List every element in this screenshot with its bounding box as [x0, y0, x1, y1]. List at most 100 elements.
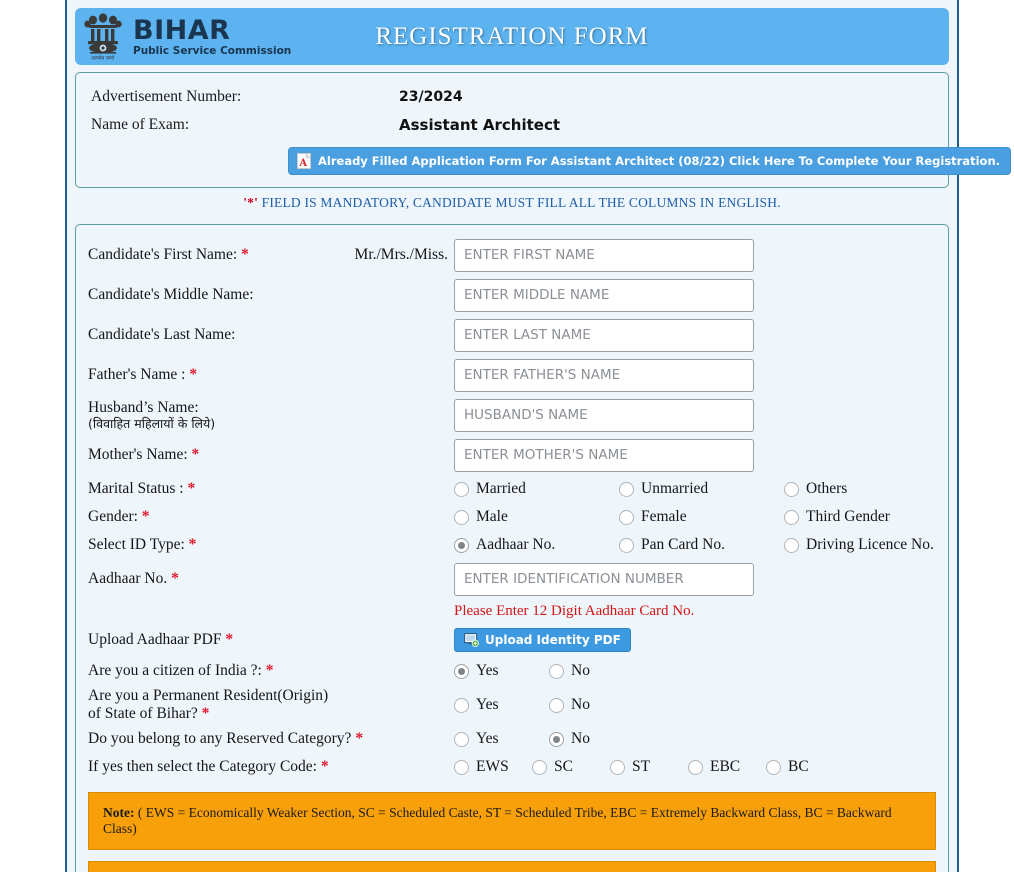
husband-name-row: Husband’s Name: (विवाहित महिलायों के लिय… [88, 395, 936, 435]
gender-options: Male Female Third Gender [454, 508, 936, 526]
mandatory-fields-note: '*' FIELD IS MANDATORY, CANDIDATE MUST F… [75, 188, 949, 217]
radio-married[interactable] [454, 481, 469, 497]
aadhaar-number-input[interactable] [454, 562, 754, 596]
mother-name-input[interactable] [454, 438, 754, 472]
marital-status-row: Marital Status : * Married Unmarried Oth… [88, 475, 936, 503]
upload-aadhaar-row: Upload Aadhaar PDF * Upload Identity PDF [88, 623, 936, 657]
id-type-option-driving-licence[interactable]: Driving Licence No. [784, 536, 934, 554]
gender-label-text: Gender: [88, 508, 138, 526]
radio-male[interactable] [454, 509, 469, 525]
category-code-label: If yes then select the Category Code: * [88, 758, 454, 776]
radio-reserved-yes[interactable] [454, 731, 469, 747]
radio-bc[interactable] [766, 759, 781, 775]
father-name-input[interactable] [454, 358, 754, 392]
id-type-required-marker: * [188, 536, 197, 554]
exam-name-label: Name of Exam: [91, 116, 190, 133]
radio-citizen-yes[interactable] [454, 663, 469, 679]
page-header-banner: सत्यमेव जयते BIHAR Public Service Commis… [75, 8, 949, 65]
candidate-details-panel: Candidate's First Name: * Mr./Mrs./Miss.… [75, 224, 949, 872]
permanent-resident-label-line1: Are you a Permanent Resident(Origin) [88, 687, 329, 705]
pdf-icon: A [297, 153, 311, 169]
upload-identity-pdf-button[interactable]: Upload Identity PDF [454, 628, 631, 652]
category-code-row: If yes then select the Category Code: * … [88, 753, 936, 781]
marital-status-option-unmarried[interactable]: Unmarried [619, 480, 784, 498]
radio-ebc[interactable] [688, 759, 703, 775]
radio-st[interactable] [610, 759, 625, 775]
marital-status-label-text: Marital Status : [88, 480, 184, 498]
aadhaar-number-label-text: Aadhaar No. [88, 570, 168, 588]
radio-ews[interactable] [454, 759, 469, 775]
marital-status-option-married[interactable]: Married [454, 480, 619, 498]
id-type-option-aadhaar[interactable]: Aadhaar No. [454, 536, 619, 554]
husband-name-label-hindi: (विवाहित महिलायों के लिये) [88, 415, 216, 431]
father-name-row: Father's Name : * [88, 355, 936, 395]
salutation-label: Mr./Mrs./Miss. [354, 246, 448, 263]
gender-option-third-gender[interactable]: Third Gender [784, 508, 890, 526]
reserved-category-yes-label: Yes [476, 730, 499, 747]
reserved-category-required-marker: * [355, 730, 364, 748]
radio-resident-no[interactable] [549, 697, 564, 713]
aadhaar-hint-text: Please Enter 12 Digit Aadhaar Card No. [454, 602, 695, 619]
permanent-resident-label-line2: of State of Bihar? [88, 705, 198, 722]
category-code-option-st[interactable]: ST [610, 758, 688, 776]
husband-name-input[interactable] [454, 398, 754, 432]
radio-driving-licence[interactable] [784, 537, 799, 553]
category-code-option-ews[interactable]: EWS [454, 758, 532, 776]
radio-others[interactable] [784, 481, 799, 497]
category-code-option-bc[interactable]: BC [766, 758, 809, 776]
aadhaar-number-label: Aadhaar No. * [88, 570, 346, 588]
marital-status-others-label: Others [806, 480, 848, 497]
radio-third-gender[interactable] [784, 509, 799, 525]
id-type-label: Select ID Type: * [88, 536, 346, 554]
brand-name: BIHAR [133, 14, 231, 46]
gender-option-male[interactable]: Male [454, 508, 619, 526]
category-code-st-label: ST [632, 758, 651, 775]
permanent-resident-option-no[interactable]: No [549, 696, 590, 714]
radio-reserved-no[interactable] [549, 731, 564, 747]
marital-status-unmarried-label: Unmarried [641, 480, 709, 497]
permanent-resident-option-yes[interactable]: Yes [454, 696, 549, 714]
category-code-option-sc[interactable]: SC [532, 758, 610, 776]
already-filled-application-link[interactable]: A Already Filled Application Form For As… [288, 147, 1012, 175]
category-code-option-ebc[interactable]: EBC [688, 758, 766, 776]
radio-citizen-no[interactable] [549, 663, 564, 679]
marital-status-option-others[interactable]: Others [784, 480, 847, 498]
svg-text:A: A [298, 158, 307, 169]
radio-aadhaar[interactable] [454, 537, 469, 553]
mandatory-star: '*' [243, 195, 259, 210]
last-name-label: Candidate's Last Name: [88, 326, 236, 344]
radio-female[interactable] [619, 509, 634, 525]
advertisement-panel: Advertisement Number: 23/2024 Name of Ex… [75, 72, 1012, 188]
permanent-resident-no-label: No [571, 696, 590, 713]
citizen-of-india-options: Yes No [454, 662, 936, 680]
radio-pan-card[interactable] [619, 537, 634, 553]
radio-unmarried[interactable] [619, 481, 634, 497]
permanent-resident-label: Are you a Permanent Resident(Origin) of … [88, 687, 346, 723]
middle-name-row: Candidate's Middle Name: [88, 275, 936, 315]
middle-name-input[interactable] [454, 278, 754, 312]
upload-identity-pdf-label: Upload Identity PDF [485, 633, 621, 647]
id-type-row: Select ID Type: * Aadhaar No. Pan Card N… [88, 531, 936, 559]
permanent-resident-required-marker: * [201, 705, 210, 722]
gender-option-female[interactable]: Female [619, 508, 784, 526]
citizen-of-india-option-no[interactable]: No [549, 662, 590, 680]
citizen-of-india-option-yes[interactable]: Yes [454, 662, 549, 680]
upload-screen-icon [464, 633, 479, 647]
radio-sc[interactable] [532, 759, 547, 775]
permanent-resident-yes-label: Yes [476, 696, 499, 713]
permanent-resident-options: Yes No [454, 696, 936, 714]
category-code-ews-label: EWS [476, 758, 509, 775]
category-code-label-text: If yes then select the Category Code: [88, 758, 317, 776]
last-name-input[interactable] [454, 318, 754, 352]
reserved-category-option-no[interactable]: No [549, 730, 590, 748]
upload-aadhaar-label: Upload Aadhaar PDF * [88, 631, 346, 649]
marital-status-options: Married Unmarried Others [454, 480, 936, 498]
first-name-label: Candidate's First Name: * [88, 246, 346, 264]
reserved-category-label: Do you belong to any Reserved Category? … [88, 730, 454, 748]
id-type-option-pan-card[interactable]: Pan Card No. [619, 536, 784, 554]
category-hindi-note: Note: ( आवेदक अपनी जाति एवं आरक्षित कोटि… [88, 861, 936, 872]
radio-resident-yes[interactable] [454, 697, 469, 713]
reserved-category-option-yes[interactable]: Yes [454, 730, 549, 748]
exam-name-row: Name of Exam: Assistant Architect [76, 111, 948, 139]
first-name-input[interactable] [454, 238, 754, 272]
